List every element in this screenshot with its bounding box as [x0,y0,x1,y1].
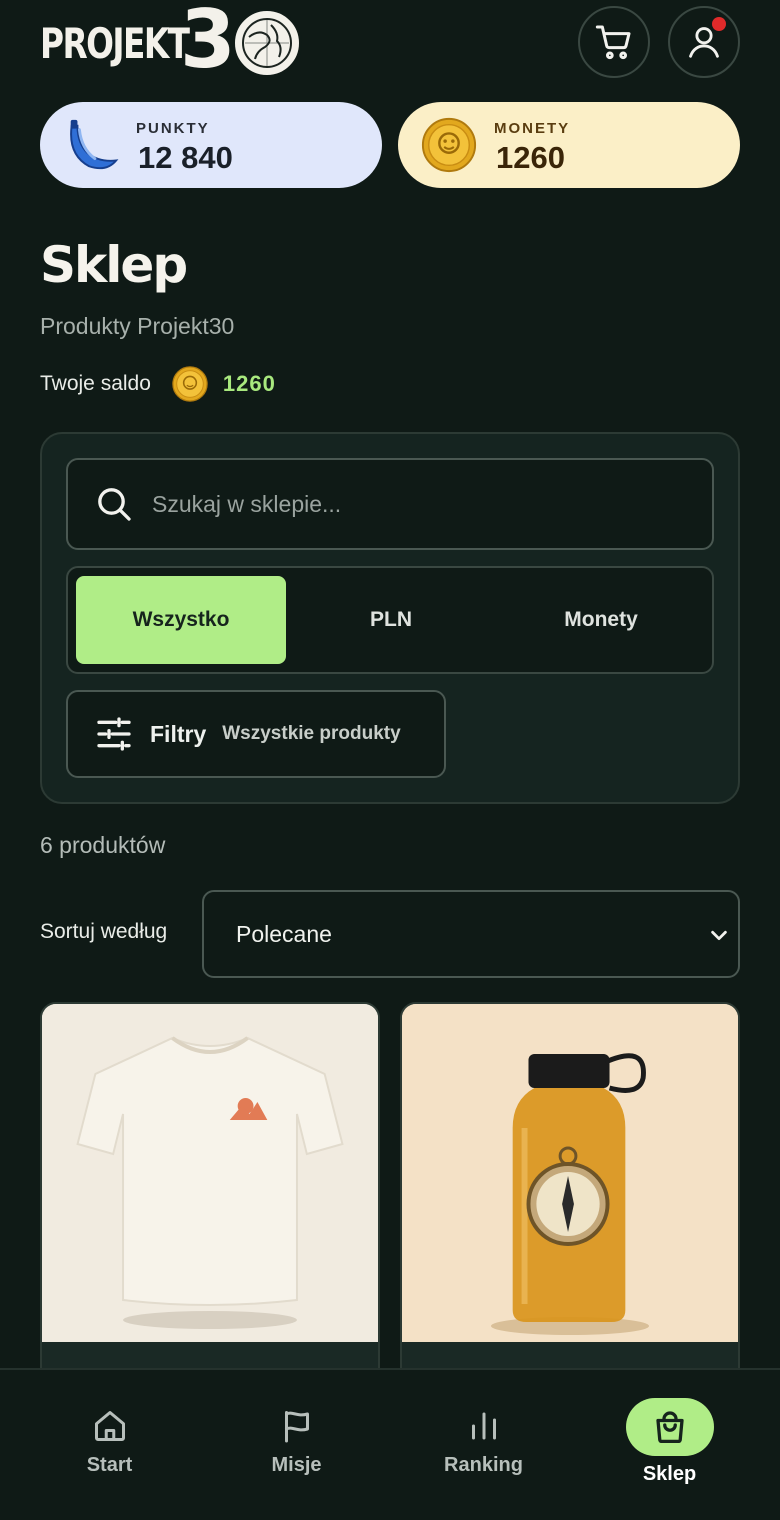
balance-label: Twoje saldo [40,372,151,395]
segment-pln[interactable]: PLN [286,576,496,664]
currency-segmented-control: Wszystko PLN Monety [66,566,714,674]
search-icon [98,488,131,521]
nav-start[interactable]: Start [12,1370,207,1520]
sort-select[interactable]: Polecane [202,890,740,978]
points-card[interactable]: PUNKTY 12 840 [40,102,382,188]
profile-button[interactable] [668,6,740,78]
sliders-icon [97,717,131,751]
sort-value: Polecane [236,920,332,947]
filters-button[interactable]: Filtry Wszystkie produkty [66,690,446,778]
product-count: 6 produktów [40,832,166,858]
segment-coins[interactable]: Monety [496,576,706,664]
search-box[interactable] [66,458,714,550]
globe-icon [232,8,302,78]
nav-ranking[interactable]: Ranking [386,1370,581,1520]
nav-label: Misje [271,1454,322,1476]
page-title: Sklep [40,236,188,294]
notification-dot [712,17,726,31]
sort-label: Sortuj według [40,920,168,943]
product-card[interactable] [40,1002,380,1422]
projekt30-logo[interactable]: PROJEKT 3 [40,0,302,84]
coin-icon [172,366,208,402]
nav-label: Ranking [444,1454,523,1476]
nav-label: Start [86,1454,133,1476]
home-icon [94,1411,125,1441]
filter-panel: Wszystko PLN Monety Filtry Wszystkie pro… [40,432,740,804]
app-header: PROJEKT 3 [0,0,780,95]
flag-icon [284,1411,309,1443]
balance-row: Twoje saldo 1260 [40,364,276,404]
search-input[interactable] [152,490,692,518]
points-label: PUNKTY [136,120,210,137]
page-subtitle: Produkty Projekt30 [40,313,235,339]
product-card[interactable] [400,1002,740,1422]
cart-icon [595,25,631,60]
coins-label: MONETY [494,120,571,137]
nav-shop[interactable]: Sklep [572,1370,767,1520]
filters-label: Filtry [150,720,207,747]
nav-label: Sklep [642,1463,697,1485]
coins-card[interactable]: MONETY 1260 [398,102,740,188]
segment-all[interactable]: Wszystko [76,576,286,664]
water-bottle-image [402,1004,738,1342]
banana-icon [70,119,119,170]
coin-icon [421,117,477,173]
t-shirt-image [42,1004,378,1342]
shopping-bag-icon [655,1411,684,1443]
nav-missions[interactable]: Misje [199,1370,394,1520]
points-value: 12 840 [138,140,233,175]
cart-button[interactable] [578,6,650,78]
chevron-down-icon [711,930,727,941]
bottom-navigation: Start Misje Ranking Sklep [0,1368,780,1520]
bar-chart-icon [471,1412,496,1440]
coins-value: 1260 [496,140,565,175]
filters-value: Wszystkie produkty [222,723,401,744]
logo-number: 3 [180,0,236,86]
logo-text: PROJEKT [40,18,190,68]
balance-value: 1260 [222,371,276,396]
